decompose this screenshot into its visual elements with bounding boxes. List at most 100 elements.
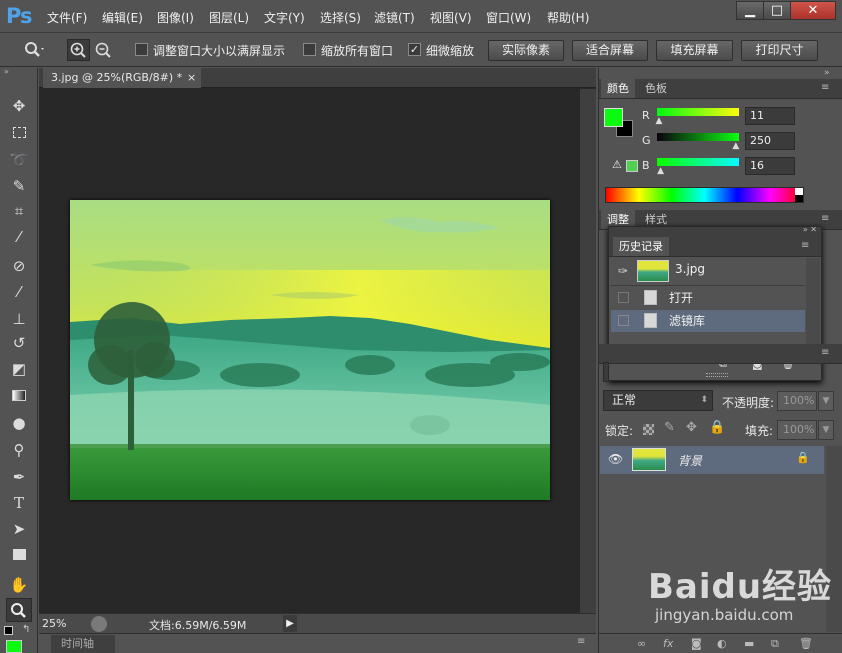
healing-brush-tool-icon[interactable]: ⊘ xyxy=(6,254,32,278)
crop-tool-icon[interactable]: ⌗ xyxy=(6,199,32,223)
lock-transparency-icon[interactable] xyxy=(643,424,654,435)
vertical-scrollbar[interactable] xyxy=(580,89,596,613)
layer-style-fx-icon[interactable]: fx xyxy=(663,637,673,650)
scrubby-zoom-checkbox[interactable]: ✓ xyxy=(408,43,421,56)
layer-filter-select[interactable] xyxy=(603,362,609,382)
image-canvas[interactable] xyxy=(70,200,550,500)
history-snapshot-row[interactable]: ✑ 3.jpg xyxy=(611,258,805,286)
actual-pixels-button[interactable]: 实际像素 xyxy=(488,40,564,61)
default-colors-icon[interactable] xyxy=(4,626,13,635)
move-tool-icon[interactable]: ✥ xyxy=(6,94,32,118)
menu-help[interactable]: 帮助(H) xyxy=(547,9,589,26)
tab-swatches[interactable]: 色板 xyxy=(639,79,673,98)
eraser-tool-icon[interactable]: ◩ xyxy=(6,357,32,381)
zoom-in-icon[interactable] xyxy=(67,39,90,61)
lock-all-icon[interactable]: 🔒 xyxy=(709,420,725,435)
gamut-color-chip[interactable] xyxy=(626,160,638,172)
blue-slider-track[interactable] xyxy=(657,158,739,166)
close-tab-icon[interactable]: × xyxy=(187,68,196,87)
red-slider-track[interactable] xyxy=(657,108,739,116)
adjustments-panel-menu-icon[interactable]: ≡ xyxy=(821,213,829,224)
zoom-level[interactable]: 25% xyxy=(42,617,66,630)
foreground-color-chip[interactable] xyxy=(604,108,623,127)
dodge-tool-icon[interactable]: ⚲ xyxy=(6,438,32,462)
tab-color[interactable]: 颜色 xyxy=(601,79,635,98)
path-selection-tool-icon[interactable]: ➤ xyxy=(6,517,32,541)
new-layer-icon[interactable]: ⧉ xyxy=(771,637,779,651)
red-slider-thumb[interactable]: ▲ xyxy=(656,116,663,126)
history-state-filter-gallery[interactable]: 滤镜库 xyxy=(611,310,805,332)
close-window-button[interactable]: ✕ xyxy=(790,1,836,20)
add-mask-icon[interactable]: ◙ xyxy=(691,637,702,650)
history-panel-collapse-icon[interactable]: » ✕ xyxy=(803,225,817,234)
zoom-out-icon[interactable] xyxy=(93,40,114,60)
blue-slider-thumb[interactable]: ▲ xyxy=(657,166,664,176)
delete-layer-icon[interactable]: 🗑 xyxy=(799,637,813,650)
pen-tool-icon[interactable]: ✒ xyxy=(6,465,32,489)
share-icon[interactable] xyxy=(91,616,107,632)
color-panel-menu-icon[interactable]: ≡ xyxy=(821,82,829,93)
opacity-input[interactable]: 100% xyxy=(777,391,817,411)
history-state-open[interactable]: 打开 xyxy=(611,287,805,309)
collapse-toolbar-icon[interactable]: » xyxy=(4,68,34,76)
menu-edit[interactable]: 编辑(E) xyxy=(102,9,143,26)
rectangle-tool-icon[interactable] xyxy=(6,543,32,567)
history-brush-tool-icon[interactable]: ↺ xyxy=(6,331,32,355)
history-brush-source-icon[interactable]: ✑ xyxy=(618,260,628,282)
layer-name[interactable]: 背景 xyxy=(678,452,702,469)
menu-window[interactable]: 窗口(W) xyxy=(486,9,531,26)
lock-position-icon[interactable]: ✥ xyxy=(686,420,697,435)
green-value-input[interactable]: 250 xyxy=(745,132,795,150)
timeline-tab[interactable]: 时间轴 xyxy=(51,635,115,653)
history-source-checkbox[interactable] xyxy=(618,315,629,326)
gamut-warning-icon[interactable]: ⚠ xyxy=(612,158,622,171)
timeline-menu-icon[interactable]: ≡ xyxy=(577,636,585,647)
print-size-button[interactable]: 打印尺寸 xyxy=(741,40,818,61)
hand-tool-icon[interactable]: ✋ xyxy=(6,573,32,597)
minimize-button[interactable]: ▁ xyxy=(736,1,764,20)
quick-selection-tool-icon[interactable]: ✎ xyxy=(6,174,32,198)
opacity-dropdown-icon[interactable]: ▼ xyxy=(818,391,834,411)
layers-panel-menu-icon[interactable]: ≡ xyxy=(821,347,829,358)
swap-colors-icon[interactable]: ↰ xyxy=(22,624,30,635)
resize-windows-checkbox[interactable] xyxy=(135,43,148,56)
new-group-icon[interactable]: ▬ xyxy=(744,637,754,650)
menu-select[interactable]: 选择(S) xyxy=(320,9,361,26)
green-slider-thumb[interactable]: ▲ xyxy=(732,141,739,151)
menu-type[interactable]: 文字(Y) xyxy=(264,9,305,26)
menu-filter[interactable]: 滤镜(T) xyxy=(374,9,415,26)
zoom-tool-preset-icon[interactable] xyxy=(24,41,44,57)
foreground-color-swatch[interactable] xyxy=(6,640,22,653)
eyedropper-tool-icon[interactable]: ⁄ xyxy=(6,225,32,249)
history-panel-titlebar[interactable]: » ✕ xyxy=(609,225,821,237)
collapse-panels-icon[interactable]: » xyxy=(824,68,830,78)
fit-screen-button[interactable]: 适合屏幕 xyxy=(572,40,648,61)
brush-tool-icon[interactable]: ⁄ xyxy=(6,280,32,304)
green-slider-track[interactable] xyxy=(657,133,739,141)
menu-image[interactable]: 图像(I) xyxy=(157,9,194,26)
lock-pixels-icon[interactable]: ✎ xyxy=(664,420,675,435)
zoom-all-windows-checkbox[interactable] xyxy=(303,43,316,56)
history-panel-menu-icon[interactable]: ≡ xyxy=(801,240,809,251)
maximize-button[interactable]: □ xyxy=(763,1,791,20)
zoom-tool-icon[interactable] xyxy=(6,598,32,622)
link-layers-icon[interactable]: ∞ xyxy=(637,637,646,650)
marquee-tool-icon[interactable] xyxy=(6,121,32,145)
tab-history[interactable]: 历史记录 xyxy=(613,237,669,256)
gradient-tool-icon[interactable] xyxy=(6,384,32,408)
menu-layer[interactable]: 图层(L) xyxy=(209,9,249,26)
history-source-checkbox[interactable] xyxy=(618,292,629,303)
menu-view[interactable]: 视图(V) xyxy=(430,9,472,26)
red-value-input[interactable]: 11 xyxy=(745,107,795,125)
fill-screen-button[interactable]: 填充屏幕 xyxy=(656,40,733,61)
history-resize-grip[interactable] xyxy=(706,373,728,377)
lasso-tool-icon[interactable]: ➰ xyxy=(6,148,32,172)
document-tab[interactable]: 3.jpg @ 25%(RGB/8#) * × xyxy=(43,68,201,88)
status-menu-arrow-icon[interactable]: ▶ xyxy=(283,615,297,632)
blend-mode-select[interactable]: 正常 ⬍ xyxy=(603,390,713,411)
fill-input[interactable]: 100% xyxy=(777,420,817,440)
adjustment-layer-icon[interactable]: ◐ xyxy=(717,637,727,650)
fill-dropdown-icon[interactable]: ▼ xyxy=(818,420,834,440)
color-spectrum-ramp[interactable] xyxy=(605,187,804,203)
layer-row-background[interactable]: 👁 背景 🔒 xyxy=(600,446,824,474)
